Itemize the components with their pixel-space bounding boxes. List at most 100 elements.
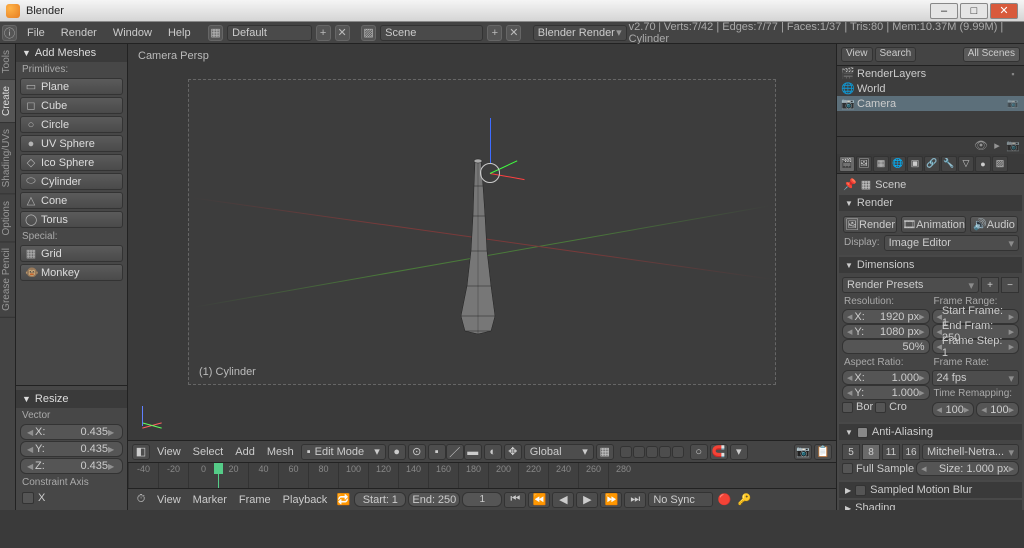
menu-help[interactable]: Help	[160, 27, 199, 39]
aa-5-button[interactable]: 5	[842, 444, 860, 460]
start-frame-input[interactable]: Start: 1	[354, 492, 406, 507]
border-checkbox[interactable]: Bor	[842, 401, 873, 413]
outliner-view[interactable]: View	[841, 47, 873, 62]
tab-create[interactable]: Create	[0, 80, 15, 123]
menu-window[interactable]: Window	[105, 27, 160, 39]
jump-end-button[interactable]: ⏭	[624, 492, 646, 508]
face-select-button[interactable]: ▬	[464, 444, 482, 460]
layers-button[interactable]: ▦	[596, 444, 614, 460]
panel-aa-header[interactable]: ▼Anti-Aliasing	[839, 424, 1022, 440]
tl-menu-marker[interactable]: Marker	[188, 494, 232, 506]
visible-toggle-icon[interactable]: 👁	[974, 139, 988, 153]
pin-icon[interactable]: 📌	[843, 178, 857, 191]
screen-browse-icon[interactable]: ▦	[208, 25, 223, 41]
remap-new-input[interactable]: ◀100▶	[976, 402, 1019, 417]
add-cube-button[interactable]: ◻Cube	[20, 97, 123, 114]
scene-dropdown[interactable]: Scene	[380, 25, 483, 41]
outliner-row-camera[interactable]: 📷Camera📷	[837, 96, 1024, 111]
add-plane-button[interactable]: ▭Plane	[20, 78, 123, 95]
keyframe-next-button[interactable]: ⏩	[600, 492, 622, 508]
maximize-button[interactable]: □	[960, 3, 988, 19]
frame-step-input[interactable]: ◀Frame Step: 1▶	[932, 339, 1020, 354]
display-dropdown[interactable]: Image Editor▾	[884, 235, 1019, 251]
outliner-row-world[interactable]: 🌐World	[837, 81, 1024, 96]
transform-manipulator[interactable]	[470, 153, 510, 193]
resize-x-input[interactable]: ◀X:0.435▶	[20, 424, 123, 440]
auto-keyframe-button[interactable]: 🔴	[715, 492, 733, 508]
resize-y-input[interactable]: ◀Y:0.435▶	[20, 441, 123, 457]
add-meshes-header[interactable]: ▼Add Meshes	[16, 44, 127, 62]
tab-render-layers[interactable]: 🖼	[856, 156, 872, 172]
add-screen-button[interactable]: +	[316, 25, 331, 41]
render-toggle-icon[interactable]: 📷	[1006, 139, 1020, 153]
tab-constraints[interactable]: 🔗	[924, 156, 940, 172]
panel-shading-header[interactable]: ▶Shading	[839, 500, 1022, 510]
sync-dropdown[interactable]: No Sync	[648, 492, 713, 507]
outliner-row-renderlayers[interactable]: 🎬RenderLayers▪	[837, 66, 1024, 81]
end-frame-input[interactable]: End: 250	[408, 492, 460, 507]
tab-object[interactable]: ▣	[907, 156, 923, 172]
render-presets-dropdown[interactable]: Render Presets▾	[842, 277, 979, 293]
aspect-x-input[interactable]: ◀X:1.000▶	[842, 370, 930, 385]
minimize-button[interactable]: –	[930, 3, 958, 19]
panel-smb-header[interactable]: ▶Sampled Motion Blur	[839, 482, 1022, 498]
remove-screen-button[interactable]: ✕	[335, 25, 350, 41]
crop-checkbox[interactable]: Cro	[875, 401, 907, 413]
orientation-dropdown[interactable]: Global▾	[524, 444, 594, 460]
timeline-ruler[interactable]: -40-200204060801001201401601802002202402…	[128, 462, 836, 488]
pivot-point-button[interactable]: ⊙	[408, 444, 426, 460]
audio-button[interactable]: 🔊 Audio	[970, 216, 1018, 233]
current-frame-input[interactable]: 1	[462, 492, 502, 507]
layer-3[interactable]	[646, 446, 658, 458]
res-pct-input[interactable]: 50%	[842, 339, 930, 354]
selectable-toggle-icon[interactable]: ▸	[990, 139, 1004, 153]
tab-options[interactable]: Options	[0, 195, 15, 242]
close-button[interactable]: ✕	[990, 3, 1018, 19]
resize-header[interactable]: ▼Resize	[16, 390, 127, 408]
vp-menu-add[interactable]: Add	[230, 446, 260, 458]
add-circle-button[interactable]: ○Circle	[20, 116, 123, 133]
snap-button[interactable]: 🧲	[710, 444, 728, 460]
vp-menu-select[interactable]: Select	[188, 446, 229, 458]
tab-render[interactable]: 🎬	[839, 156, 855, 172]
tab-world[interactable]: 🌐	[890, 156, 906, 172]
aa-8-button[interactable]: 8	[862, 444, 880, 460]
keying-set-button[interactable]: 🔑	[735, 492, 753, 508]
aa-16-button[interactable]: 16	[902, 444, 920, 460]
vp-menu-view[interactable]: View	[152, 446, 186, 458]
resize-z-input[interactable]: ◀Z:0.435▶	[20, 458, 123, 474]
keyframe-prev-button[interactable]: ⏪	[528, 492, 550, 508]
outliner[interactable]: 🎬RenderLayers▪ 🌐World 📷Camera📷	[837, 66, 1024, 136]
constraint-x-checkbox[interactable]: X	[16, 490, 127, 506]
copy-button[interactable]: 📋	[814, 444, 832, 460]
tab-modifiers[interactable]: 🔧	[941, 156, 957, 172]
layer-1[interactable]	[620, 446, 632, 458]
aa-enable-checkbox[interactable]	[857, 427, 868, 438]
tl-menu-frame[interactable]: Frame	[234, 494, 276, 506]
remove-scene-button[interactable]: ✕	[506, 25, 521, 41]
tab-tools[interactable]: Tools	[0, 44, 15, 80]
aspect-y-input[interactable]: ◀Y:1.000▶	[842, 385, 930, 400]
aa-11-button[interactable]: 11	[882, 444, 900, 460]
tab-texture[interactable]: ▨	[992, 156, 1008, 172]
fps-dropdown[interactable]: 24 fps▾	[932, 370, 1020, 386]
add-cylinder-button[interactable]: ⬭Cylinder	[20, 173, 123, 190]
play-reverse-button[interactable]: ◀	[552, 492, 574, 508]
render-engine-dropdown[interactable]: Blender Render▾	[533, 25, 627, 41]
full-sample-checkbox[interactable]: Full Sample	[842, 461, 914, 476]
scene-browse-icon[interactable]: ▨	[361, 25, 376, 41]
manipulator-toggle[interactable]: ✥	[504, 444, 522, 460]
vp-menu-mesh[interactable]: Mesh	[262, 446, 299, 458]
layer-5[interactable]	[672, 446, 684, 458]
screen-layout-dropdown[interactable]: Default	[227, 25, 312, 41]
add-grid-button[interactable]: ▦Grid	[20, 245, 123, 262]
res-x-input[interactable]: ◀X:1920 px▶	[842, 309, 930, 324]
menu-file[interactable]: File	[19, 27, 53, 39]
add-torus-button[interactable]: ◯Torus	[20, 211, 123, 228]
mode-dropdown[interactable]: ▪Edit Mode▾	[301, 444, 386, 460]
render-button[interactable]: 🖼 Render	[843, 216, 897, 233]
res-y-input[interactable]: ◀Y:1080 px▶	[842, 324, 930, 339]
proportional-edit-button[interactable]: ○	[690, 444, 708, 460]
vertex-select-button[interactable]: ▪	[428, 444, 446, 460]
editor-type-timeline-icon[interactable]: ⏱	[132, 492, 150, 508]
